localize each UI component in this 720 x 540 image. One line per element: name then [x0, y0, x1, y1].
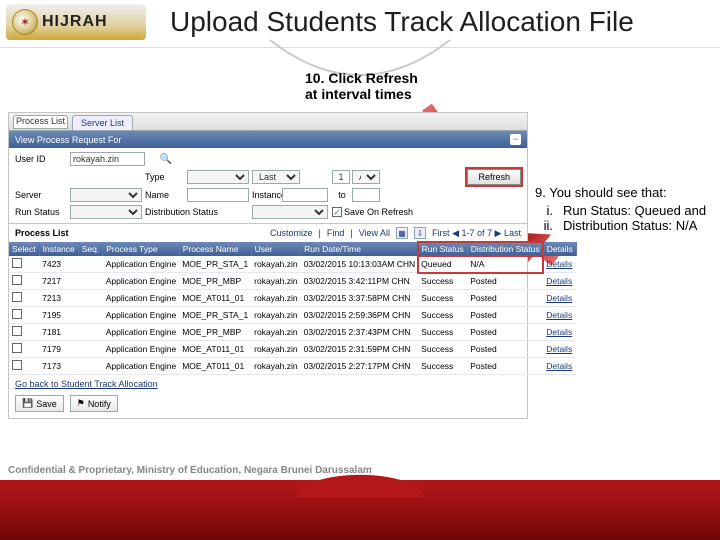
- lbl-server: Server: [15, 190, 70, 200]
- row-select-checkbox[interactable]: [12, 309, 22, 319]
- brand-name: HIJRAH: [42, 13, 108, 31]
- export-icon[interactable]: ⇩: [414, 227, 426, 239]
- last-unit-select[interactable]: All: [352, 170, 380, 184]
- pager-last[interactable]: Last: [504, 228, 521, 238]
- notify-label: Notify: [88, 399, 111, 409]
- col-run-date-time[interactable]: Run Date/Time: [301, 242, 419, 256]
- viewall-link[interactable]: View All: [359, 228, 390, 238]
- save-icon: 💾: [22, 398, 33, 409]
- lbl-type: Type: [145, 172, 187, 182]
- pager-next-icon[interactable]: ▶: [495, 228, 502, 238]
- col-process-type[interactable]: Process Type: [103, 242, 179, 256]
- list-toolbar: Process List Customize| Find| View All ▦…: [9, 223, 527, 242]
- pager-first[interactable]: First: [432, 228, 450, 238]
- save-button[interactable]: 💾 Save: [15, 395, 64, 412]
- lbl-dist-status: Distribution Status: [145, 207, 252, 217]
- details-link[interactable]: Details: [546, 327, 572, 337]
- callout9-ord-1: i.: [535, 203, 553, 219]
- highlight-box-cell: [417, 255, 544, 274]
- callout-step10: 10. Click Refresh at interval times: [305, 70, 418, 102]
- lookup-icon[interactable]: 🔍: [145, 154, 187, 165]
- customize-link[interactable]: Customize: [270, 228, 313, 238]
- callout-step10-line2: at interval times: [305, 86, 418, 102]
- pager-prev-icon[interactable]: ◀: [452, 228, 459, 238]
- details-link[interactable]: Details: [546, 344, 572, 354]
- row-select-checkbox[interactable]: [12, 292, 22, 302]
- lbl-save-on-refresh: Save On Refresh: [344, 207, 413, 217]
- col-user[interactable]: User: [251, 242, 300, 256]
- run-status-select[interactable]: [70, 205, 142, 219]
- last-n-input[interactable]: [332, 170, 350, 184]
- refresh-button[interactable]: Refresh: [467, 169, 521, 185]
- callout-step10-line1: 10. Click Refresh: [305, 70, 418, 86]
- row-select-checkbox[interactable]: [12, 258, 22, 268]
- callout-step9: 9. You should see that: i. Run Status: Q…: [535, 185, 715, 234]
- tab-process-list[interactable]: Process List: [13, 115, 68, 129]
- notify-button[interactable]: ⚑ Notify: [70, 395, 118, 412]
- row-select-checkbox[interactable]: [12, 343, 22, 353]
- panel-title: View Process Request For: [15, 135, 121, 145]
- find-link[interactable]: Find: [327, 228, 345, 238]
- details-link[interactable]: Details: [546, 361, 572, 371]
- back-link[interactable]: Go back to Student Track Allocation: [9, 375, 527, 393]
- list-title: Process List: [15, 228, 69, 238]
- save-on-refresh-checkbox[interactable]: ✓: [332, 207, 342, 217]
- emblem-icon: ✶: [12, 9, 38, 35]
- table-row: 7195Application EngineMOE_PR_STA_1rokaya…: [9, 307, 576, 324]
- col-instance[interactable]: Instance: [39, 242, 78, 256]
- callout-step9-lead: 9. You should see that:: [535, 185, 715, 201]
- lbl-name: Name: [145, 190, 187, 200]
- brand-logo: ✶ HIJRAH: [6, 4, 146, 40]
- callout9-text-2: Distribution Status: N/A: [563, 218, 697, 234]
- row-select-checkbox[interactable]: [12, 275, 22, 285]
- footer-banner: [0, 480, 720, 540]
- last-select[interactable]: Last: [252, 170, 300, 184]
- tab-server-list[interactable]: Server List: [72, 115, 133, 130]
- panel-header: View Process Request For −: [9, 131, 527, 148]
- table-row: 7217Application EngineMOE_PR_MBProkayah.…: [9, 273, 576, 290]
- grid-icon[interactable]: ▦: [396, 227, 408, 239]
- lbl-to: to: [332, 190, 352, 200]
- details-link[interactable]: Details: [546, 259, 572, 269]
- table-row: 7173Application EngineMOE_AT011_01rokaya…: [9, 358, 576, 375]
- name-input[interactable]: [187, 188, 249, 202]
- slide-title: Upload Students Track Allocation File: [170, 6, 714, 38]
- table-row: 7181Application EngineMOE_PR_MBProkayah.…: [9, 324, 576, 341]
- lbl-userid: User ID: [15, 154, 70, 164]
- app-tabs: Process List Server List: [9, 113, 527, 131]
- row-select-checkbox[interactable]: [12, 360, 22, 370]
- details-link[interactable]: Details: [546, 310, 572, 320]
- table-row: 7179Application EngineMOE_AT011_01rokaya…: [9, 341, 576, 358]
- save-label: Save: [36, 399, 57, 409]
- row-select-checkbox[interactable]: [12, 326, 22, 336]
- col-seq-[interactable]: Seq.: [78, 242, 103, 256]
- dist-status-select[interactable]: [252, 205, 328, 219]
- process-monitor-app: Process List Server List View Process Re…: [8, 112, 528, 419]
- notify-icon: ⚑: [77, 398, 85, 409]
- details-link[interactable]: Details: [546, 293, 572, 303]
- col-details[interactable]: Details: [543, 242, 576, 256]
- lbl-instance: Instance: [252, 190, 282, 200]
- userid-input[interactable]: [70, 152, 145, 166]
- filter-grid: User ID 🔍 Type Last All Refresh Server N…: [9, 148, 527, 223]
- lbl-run-status: Run Status: [15, 207, 70, 217]
- col-select[interactable]: Select: [9, 242, 39, 256]
- type-select[interactable]: [187, 170, 249, 184]
- collapse-icon[interactable]: −: [510, 134, 521, 145]
- table-row: 7213Application EngineMOE_AT011_01rokaya…: [9, 290, 576, 307]
- instance-from-input[interactable]: [282, 188, 328, 202]
- instance-to-input[interactable]: [352, 188, 380, 202]
- callout9-text-1: Run Status: Queued and: [563, 203, 706, 219]
- details-link[interactable]: Details: [546, 276, 572, 286]
- pager-range: 1-7 of 7: [462, 228, 493, 238]
- col-process-name[interactable]: Process Name: [179, 242, 251, 256]
- server-select[interactable]: [70, 188, 142, 202]
